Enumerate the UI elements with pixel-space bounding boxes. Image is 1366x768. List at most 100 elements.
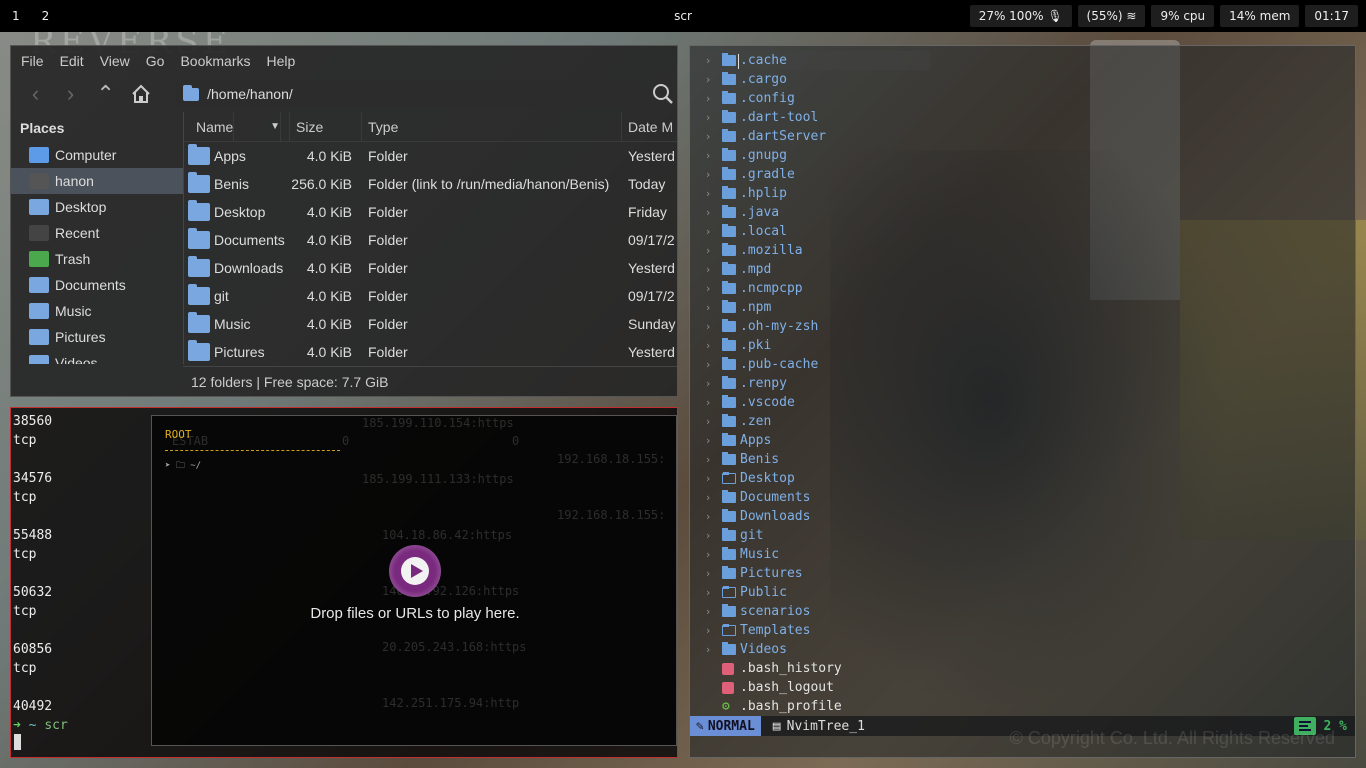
tree-node[interactable]: › .ncmpcpp — [690, 279, 930, 298]
file-name: Downloads — [214, 260, 284, 276]
tree-dir-name: .ncmpcpp — [740, 281, 803, 296]
file-row[interactable]: Music 4.0 KiB Folder Sunday — [184, 310, 677, 338]
tree-dir-name: .npm — [740, 300, 772, 315]
column-type[interactable]: Type — [362, 112, 622, 142]
menu-edit[interactable]: Edit — [60, 53, 84, 69]
column-name[interactable]: Name ▼ — [184, 112, 290, 142]
background-terminal-text: 192.168.18.155: — [557, 508, 666, 522]
mode-indicator: ✎ NORMAL — [690, 716, 761, 736]
forward-icon[interactable]: › — [56, 79, 85, 109]
wifi-indicator[interactable]: (55%) ≋ — [1077, 5, 1146, 27]
tree-node[interactable]: › .gnupg — [690, 146, 930, 165]
place-item[interactable]: Desktop — [11, 194, 183, 220]
tree-node[interactable]: › Downloads — [690, 507, 930, 526]
place-item[interactable]: Pictures — [11, 324, 183, 350]
menu-file[interactable]: File — [21, 53, 44, 69]
tree-node[interactable]: › .pki — [690, 336, 930, 355]
file-row[interactable]: Benis 256.0 KiB Folder (link to /run/media… — [184, 170, 677, 198]
workspace-1[interactable]: 1 — [0, 9, 30, 23]
place-item[interactable]: Computer — [11, 142, 183, 168]
tree-node[interactable]: › .dart-tool — [690, 108, 930, 127]
tree-node[interactable]: › .hplip — [690, 184, 930, 203]
file-date: Today — [628, 176, 666, 192]
search-icon[interactable] — [648, 79, 677, 109]
file-name: Apps — [214, 148, 246, 164]
tree-node[interactable]: › .mpd — [690, 260, 930, 279]
tree-node[interactable]: › .cache — [690, 51, 930, 70]
back-icon[interactable]: ‹ — [21, 79, 50, 109]
place-item[interactable]: Trash — [11, 246, 183, 272]
file-row[interactable]: Documents 4.0 KiB Folder 09/17/2 — [184, 226, 677, 254]
tree-node[interactable]: › .vscode — [690, 393, 930, 412]
place-item[interactable]: Music — [11, 298, 183, 324]
audio-indicator[interactable]: 27% 100% 🎙 — [969, 5, 1072, 27]
tree-node[interactable]: › .dartServer — [690, 127, 930, 146]
tree-node[interactable]: › Pictures — [690, 564, 930, 583]
tree-node[interactable]: › .java — [690, 203, 930, 222]
workspace-2[interactable]: 2 — [30, 9, 60, 23]
status-text: 12 folders | Free space: 7.7 GiB — [183, 366, 677, 396]
home-icon[interactable] — [126, 79, 155, 109]
tree-node[interactable]: › .gradle — [690, 165, 930, 184]
location-bar[interactable]: /home/hanon/ — [175, 80, 636, 108]
up-icon[interactable]: ⌃ — [91, 79, 120, 109]
folder-icon — [722, 395, 736, 408]
column-name-label: Name — [190, 112, 235, 142]
folder-icon — [188, 284, 210, 305]
column-size[interactable]: Size — [290, 112, 362, 142]
tree-node[interactable]: › .local — [690, 222, 930, 241]
background-terminal-text: 20.205.243.168:https — [382, 640, 527, 654]
tree-node[interactable]: › .zen — [690, 412, 930, 431]
chevron-right-icon: › — [704, 73, 712, 86]
file-row[interactable]: Pictures 4.0 KiB Folder Yesterd — [184, 338, 677, 364]
tree-node[interactable]: › scenarios — [690, 602, 930, 621]
tree-node[interactable]: › .cargo — [690, 70, 930, 89]
tree-node[interactable]: › Benis — [690, 450, 930, 469]
tree-node[interactable]: › .config — [690, 89, 930, 108]
tree-node[interactable]: › Desktop — [690, 469, 930, 488]
tree-dir-name: .hplip — [740, 186, 787, 201]
menu-view[interactable]: View — [100, 53, 130, 69]
tree-node[interactable]: .bash_history — [690, 659, 930, 678]
menu-go[interactable]: Go — [146, 53, 165, 69]
file-row[interactable]: Desktop 4.0 KiB Folder Friday — [184, 198, 677, 226]
tree-dir-name: .dart-tool — [740, 110, 819, 125]
tree-node[interactable]: › .oh-my-zsh — [690, 317, 930, 336]
tree-dir-name: .mpd — [740, 262, 772, 277]
clock: 01:17 — [1305, 5, 1358, 27]
tree-node[interactable]: › .renpy — [690, 374, 930, 393]
media-player-window[interactable]: 185.199.110.154:https ESTAB 0 0 192.168.18.1… — [151, 415, 677, 746]
file-row[interactable]: git 4.0 KiB Folder 09/17/2 — [184, 282, 677, 310]
place-item[interactable]: hanon — [11, 168, 183, 194]
column-date[interactable]: Date M — [622, 112, 676, 142]
tree-node[interactable]: › Videos — [690, 640, 930, 659]
tree-node[interactable]: › Templates — [690, 621, 930, 640]
nvim-window[interactable]: › .cache › .cargo › .config › .dart-tool › .dartS… — [689, 45, 1356, 758]
tree-node[interactable]: › Music — [690, 545, 930, 564]
chevron-right-icon: › — [704, 149, 712, 162]
chevron-right-icon: › — [704, 624, 712, 637]
folder-icon — [722, 91, 736, 104]
place-item[interactable]: Documents — [11, 272, 183, 298]
tree-node[interactable]: › Public — [690, 583, 930, 602]
folder-icon — [722, 300, 736, 313]
folder-icon — [722, 604, 736, 617]
tree-node[interactable]: › Documents — [690, 488, 930, 507]
play-icon[interactable] — [389, 545, 441, 597]
prompt-command: scr — [44, 718, 68, 733]
place-item[interactable]: Videos — [11, 350, 183, 364]
tree-node[interactable]: ⚙ .bash_profile — [690, 697, 930, 716]
tree-node[interactable]: › Apps — [690, 431, 930, 450]
folder-icon — [722, 528, 736, 541]
tree-node[interactable]: › .mozilla — [690, 241, 930, 260]
tree-node[interactable]: › .pub-cache — [690, 355, 930, 374]
chevron-right-icon: › — [704, 92, 712, 105]
place-item[interactable]: Recent — [11, 220, 183, 246]
tree-node[interactable]: › git — [690, 526, 930, 545]
menu-bookmarks[interactable]: Bookmarks — [180, 53, 250, 69]
file-row[interactable]: Downloads 4.0 KiB Folder Yesterd — [184, 254, 677, 282]
tree-node[interactable]: .bash_logout — [690, 678, 930, 697]
file-row[interactable]: Apps 4.0 KiB Folder Yesterd — [184, 142, 677, 170]
menu-help[interactable]: Help — [267, 53, 296, 69]
tree-node[interactable]: › .npm — [690, 298, 930, 317]
